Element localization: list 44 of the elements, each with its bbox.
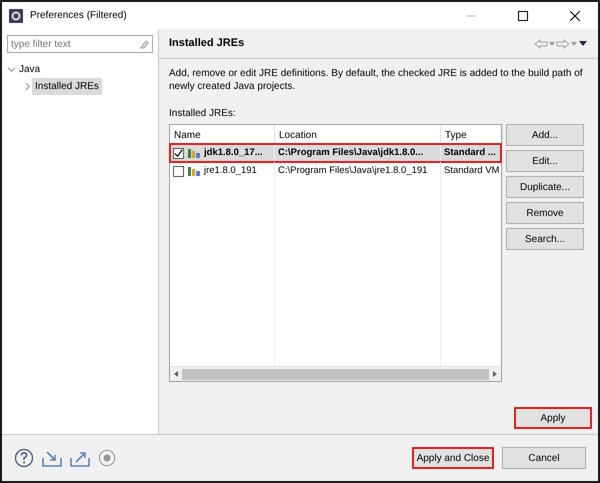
- window-title: Preferences (Filtered): [30, 9, 128, 23]
- back-arrow-icon[interactable]: [534, 38, 548, 48]
- checkbox[interactable]: [173, 148, 184, 159]
- duplicate-button[interactable]: Duplicate...: [506, 176, 584, 198]
- dropdown-icon[interactable]: [548, 40, 556, 48]
- checkbox[interactable]: [173, 166, 184, 177]
- description-text: Add, remove or edit JRE definitions. By default, the checked JRE is added to the build path of newly created Java projects.: [169, 67, 584, 93]
- table-cell-text: C:\Program Files\Java\jre1.8.0_191: [278, 164, 428, 178]
- horizontal-scrollbar[interactable]: [170, 366, 501, 381]
- list-label: Installed JREs:: [169, 107, 237, 121]
- cancel-button[interactable]: Cancel: [502, 447, 586, 469]
- tree-item[interactable]: Java: [16, 61, 44, 78]
- collapsed-chevron-icon[interactable]: [23, 82, 32, 91]
- table-row[interactable]: jdk1.8.0_17... C:\Program Files\Java\jdk1.8.0... Standard ...: [170, 144, 501, 162]
- maximize-icon: [518, 10, 528, 20]
- table-cell-text: jdk1.8.0_17...: [204, 146, 263, 160]
- apply-and-close-button[interactable]: Apply and Close: [412, 447, 494, 469]
- table-row[interactable]: jre1.8.0_191 C:\Program Files\Java\jre1.8.0_191 Standard VM: [170, 162, 501, 180]
- eraser-icon[interactable]: [138, 38, 149, 50]
- view-menu-icon[interactable]: [578, 40, 588, 48]
- filter-field[interactable]: type filter text: [11, 36, 139, 52]
- table-cell-text: Standard VM: [444, 164, 500, 178]
- jre-library-icon: [187, 165, 201, 178]
- apply-button[interactable]: Apply: [514, 407, 592, 429]
- tree-item[interactable]: Installed JREs: [32, 78, 102, 95]
- close-icon: [570, 10, 580, 20]
- table-cell-text: jre1.8.0_191: [204, 164, 257, 178]
- help-icon[interactable]: [14, 448, 34, 468]
- add-button[interactable]: Add...: [506, 124, 584, 146]
- search-button[interactable]: Search...: [506, 228, 584, 250]
- remove-button[interactable]: Remove: [506, 202, 584, 224]
- jre-library-icon: [187, 147, 201, 160]
- table-cell-text: Standard ...: [444, 146, 496, 160]
- record-icon[interactable]: [98, 449, 116, 467]
- app-icon: [8, 8, 24, 24]
- edit-button[interactable]: Edit...: [506, 150, 584, 172]
- page-title: Installed JREs: [169, 36, 246, 52]
- expanded-chevron-icon[interactable]: [7, 65, 16, 74]
- scroll-right-icon[interactable]: [491, 370, 499, 378]
- forward-arrow-icon[interactable]: [556, 38, 570, 48]
- scroll-left-icon[interactable]: [172, 370, 180, 378]
- check-icon: [174, 148, 183, 158]
- table-cell-text: C:\Program Files\Java\jdk1.8.0...: [278, 146, 424, 160]
- search-box[interactable]: type filter text: [7, 35, 153, 53]
